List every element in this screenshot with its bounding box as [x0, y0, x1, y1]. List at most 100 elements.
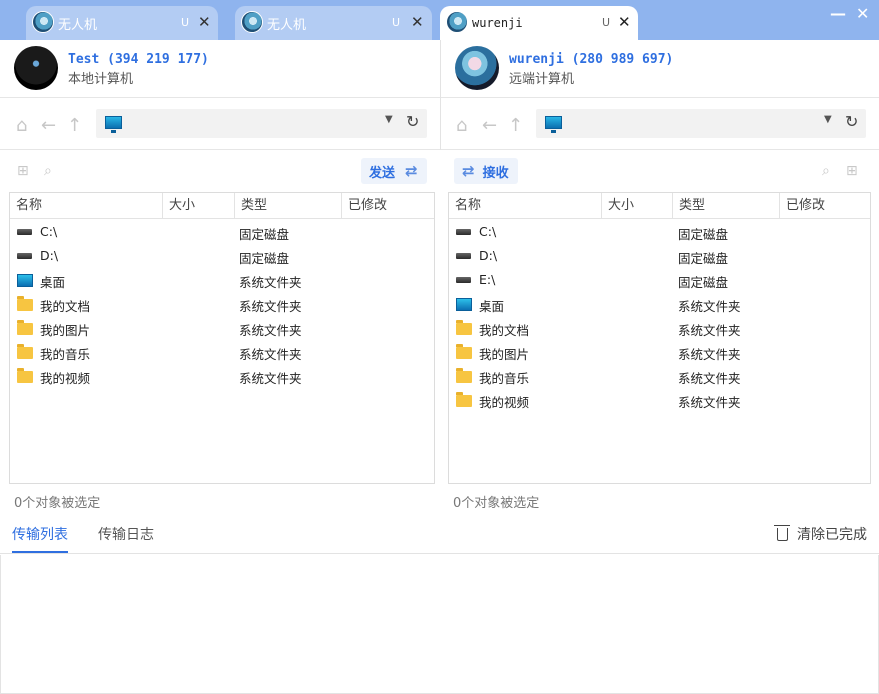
file-name: 我的文档: [479, 323, 530, 338]
file-name: D:\: [479, 248, 498, 263]
local-computer-label: 本地计算机: [68, 72, 134, 87]
tab-close-icon[interactable]: ✕: [198, 13, 211, 31]
file-row[interactable]: 桌面 系统文件夹: [449, 292, 870, 316]
local-computer-name: Test (394 219 177): [68, 52, 209, 67]
file-row[interactable]: D:\ 固定磁盘: [449, 244, 870, 268]
column-header: 名称 大小 类型 已修改: [449, 193, 870, 219]
file-row[interactable]: 我的音乐 系统文件夹: [449, 364, 870, 388]
file-type: 固定磁盘: [678, 251, 729, 266]
file-type: 固定磁盘: [239, 227, 290, 242]
column-type[interactable]: 类型: [235, 193, 342, 219]
file-name: 我的音乐: [40, 347, 91, 362]
column-name[interactable]: 名称: [10, 193, 163, 219]
column-modified[interactable]: 已修改: [342, 193, 436, 219]
tab-transfer-log[interactable]: 传输日志: [98, 524, 154, 544]
file-type: 系统文件夹: [678, 347, 741, 362]
window-close-button[interactable]: ✕: [856, 4, 869, 23]
file-name: 我的文档: [40, 299, 91, 314]
desktop-icon: [17, 274, 33, 287]
lock-icon: U: [602, 16, 611, 29]
drive-icon: [456, 253, 471, 259]
local-path-select[interactable]: ▼ ↻: [96, 109, 427, 138]
clear-completed-label: 清除已完成: [797, 527, 867, 543]
column-size[interactable]: 大小: [602, 193, 673, 219]
column-modified[interactable]: 已修改: [780, 193, 872, 219]
remote-header: wurenji (280 989 697) 远端计算机: [441, 40, 879, 98]
file-type: 固定磁盘: [239, 251, 290, 266]
new-folder-icon[interactable]: ⊞: [846, 163, 858, 179]
computer-icon: [105, 116, 122, 133]
file-row[interactable]: C:\ 固定磁盘: [10, 220, 434, 244]
file-name: 我的音乐: [479, 371, 530, 386]
file-row[interactable]: D:\ 固定磁盘: [10, 244, 434, 268]
back-icon[interactable]: ←: [41, 115, 56, 136]
transfer-tabs: 传输列表 传输日志 清除已完成: [0, 511, 879, 554]
transfer-list-area: [0, 555, 879, 694]
remote-path-select[interactable]: ▼ ↻: [536, 109, 866, 138]
up-icon[interactable]: ↑: [67, 115, 82, 136]
local-path-bar: ⌂ ← ↑ ▼ ↻: [0, 99, 440, 150]
transfer-arrows-icon: ⇄: [405, 162, 418, 180]
file-row[interactable]: E:\ 固定磁盘: [449, 268, 870, 292]
tab-transfer-list[interactable]: 传输列表: [12, 524, 68, 544]
file-row[interactable]: 我的图片 系统文件夹: [10, 316, 434, 340]
tab-title: wurenji: [472, 16, 523, 30]
avatar: [14, 46, 58, 90]
tab-session-1[interactable]: 无人机 U ✕: [26, 6, 218, 40]
minimize-button[interactable]: —: [830, 4, 846, 23]
local-action-row: ⊞ ⌕ 发送 ⇄: [0, 151, 440, 192]
home-icon[interactable]: ⌂: [16, 115, 27, 136]
refresh-icon[interactable]: ↻: [406, 112, 419, 131]
search-icon[interactable]: ⌕: [44, 163, 52, 179]
column-name[interactable]: 名称: [449, 193, 602, 219]
file-row[interactable]: 桌面 系统文件夹: [10, 268, 434, 292]
file-name: 桌面: [479, 299, 505, 314]
send-button[interactable]: 发送 ⇄: [361, 158, 427, 184]
receive-label: 接收: [482, 165, 509, 181]
back-icon[interactable]: ←: [482, 115, 497, 136]
file-name: 我的视频: [479, 395, 530, 410]
tab-avatar: [32, 11, 54, 33]
file-row[interactable]: 我的视频 系统文件夹: [449, 388, 870, 412]
lock-icon: U: [392, 16, 401, 29]
file-type: 系统文件夹: [239, 323, 302, 338]
clear-completed-button[interactable]: 清除已完成: [774, 524, 867, 544]
file-row[interactable]: 我的图片 系统文件夹: [449, 340, 870, 364]
receive-button[interactable]: ⇄ 接收: [454, 158, 518, 184]
file-row[interactable]: 我的视频 系统文件夹: [10, 364, 434, 388]
file-row[interactable]: 我的文档 系统文件夹: [10, 292, 434, 316]
file-row[interactable]: C:\ 固定磁盘: [449, 220, 870, 244]
tab-bar: 无人机 U ✕ 无人机 U ✕ wurenji U ✕ — ✕: [0, 0, 879, 40]
home-icon[interactable]: ⌂: [456, 115, 467, 136]
trash-icon: [774, 524, 790, 541]
up-icon[interactable]: ↑: [508, 115, 523, 136]
tab-session-3[interactable]: wurenji U ✕: [440, 6, 638, 40]
search-icon[interactable]: ⌕: [822, 163, 830, 179]
remote-computer-label: 远端计算机: [509, 72, 575, 87]
file-row[interactable]: 我的音乐 系统文件夹: [10, 340, 434, 364]
column-type[interactable]: 类型: [673, 193, 780, 219]
chevron-down-icon[interactable]: ▼: [824, 114, 832, 125]
local-file-list[interactable]: 名称 大小 类型 已修改 C:\ 固定磁盘 D:\ 固定磁盘 桌面 系统文件夹 我的文档 系统…: [9, 192, 435, 484]
file-name: E:\: [479, 272, 496, 287]
tab-close-icon[interactable]: ✕: [618, 13, 631, 31]
remote-file-list[interactable]: 名称 大小 类型 已修改 C:\ 固定磁盘 D:\ 固定磁盘 E:\ 固定磁盘 桌面 系统文件…: [448, 192, 871, 484]
computer-icon: [545, 116, 562, 133]
file-row[interactable]: 我的文档 系统文件夹: [449, 316, 870, 340]
file-name: 我的图片: [479, 347, 530, 362]
file-type: 系统文件夹: [239, 347, 302, 362]
chevron-down-icon[interactable]: ▼: [385, 114, 393, 125]
remote-computer-name: wurenji (280 989 697): [509, 52, 674, 67]
file-name: C:\: [40, 224, 58, 239]
drive-icon: [17, 253, 32, 259]
tab-avatar: [446, 11, 468, 33]
tab-close-icon[interactable]: ✕: [411, 13, 424, 31]
new-folder-icon[interactable]: ⊞: [17, 163, 29, 179]
remote-pane: wurenji (280 989 697) 远端计算机 ⌂ ← ↑ ▼ ↻ ⇄ …: [441, 40, 879, 511]
refresh-icon[interactable]: ↻: [845, 112, 858, 131]
column-size[interactable]: 大小: [163, 193, 235, 219]
file-type: 系统文件夹: [239, 275, 302, 290]
tab-session-2[interactable]: 无人机 U ✕: [235, 6, 432, 40]
tab-title: 无人机: [58, 17, 98, 33]
tab-avatar: [241, 11, 263, 33]
